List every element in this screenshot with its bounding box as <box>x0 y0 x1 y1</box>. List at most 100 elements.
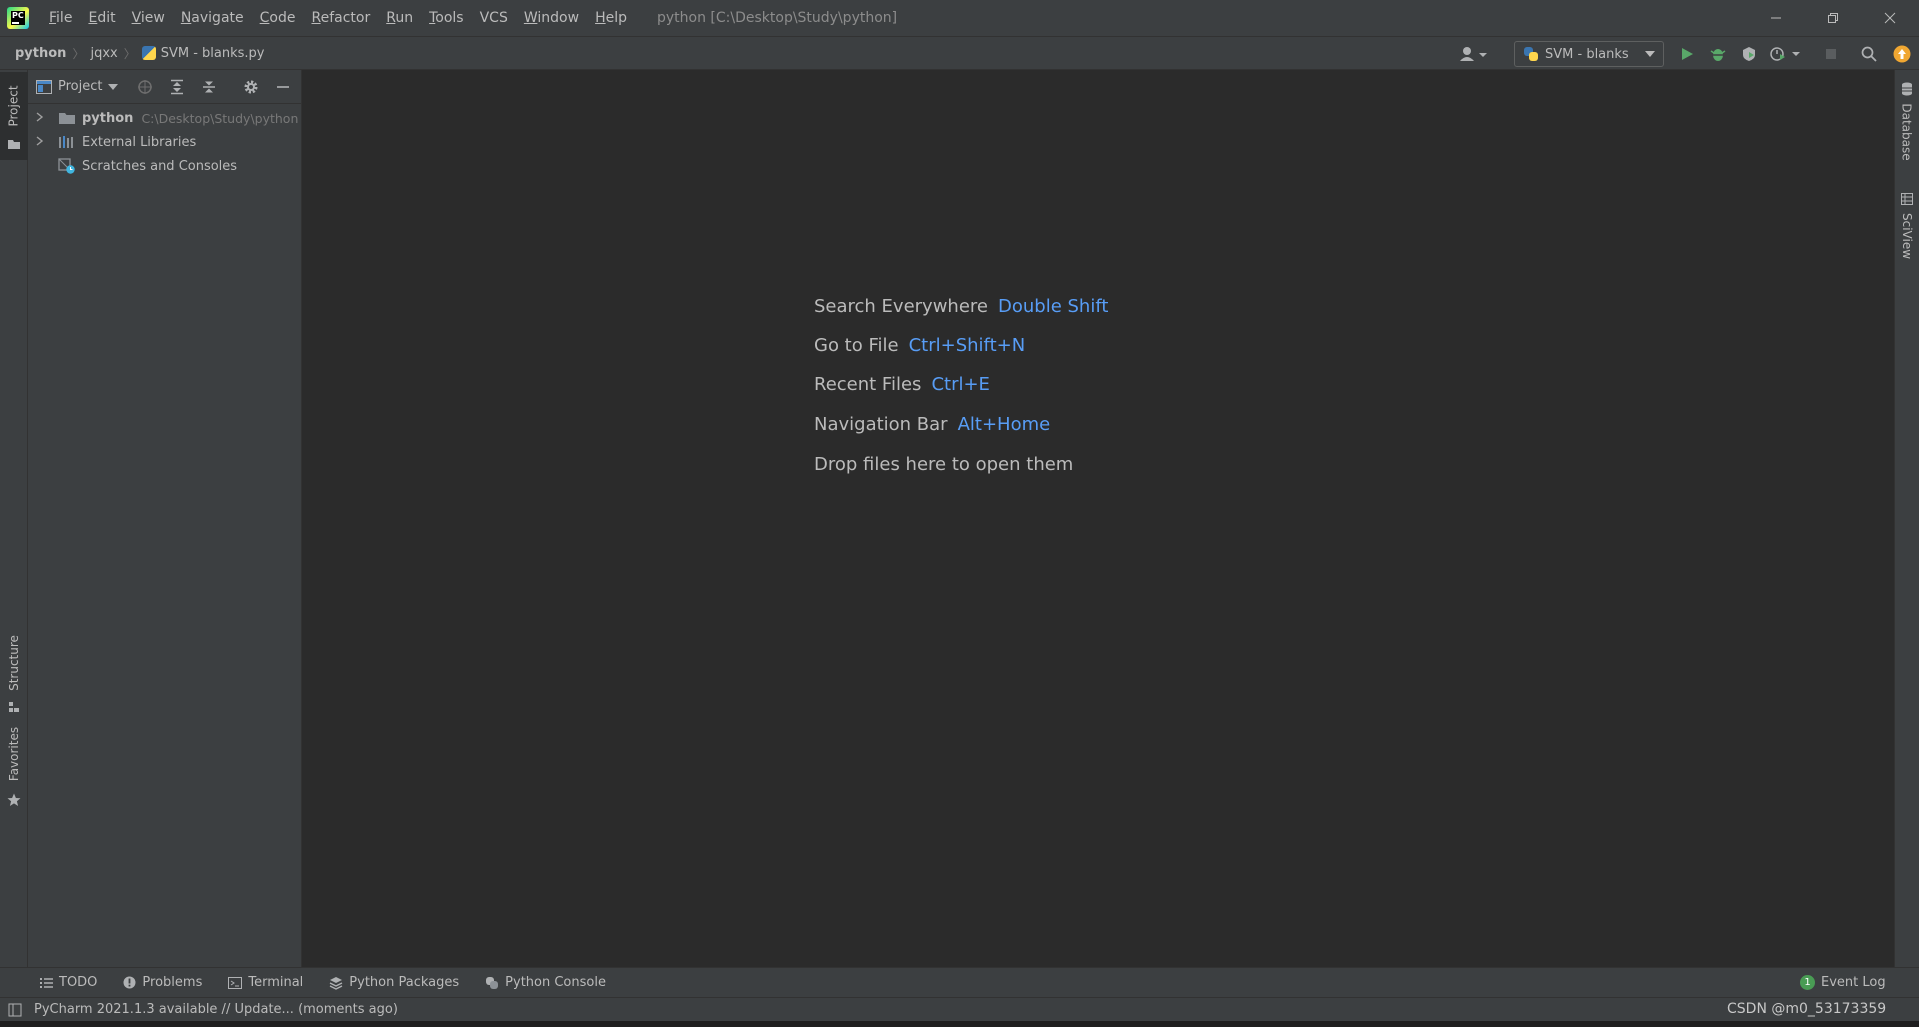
toggle-tool-windows-icon[interactable] <box>8 1003 22 1017</box>
menu-run[interactable]: Run <box>378 0 421 36</box>
run-configuration-select[interactable]: SVM - blanks <box>1514 41 1664 67</box>
status-message[interactable]: PyCharm 2021.1.3 available // Update... … <box>34 1002 398 1017</box>
menu-tools[interactable]: Tools <box>421 0 472 36</box>
select-opened-file-button[interactable] <box>136 78 154 96</box>
run-configuration-label: SVM - blanks <box>1545 46 1629 62</box>
stop-icon <box>1826 49 1836 59</box>
restore-icon <box>1828 13 1838 23</box>
structure-tool-tab[interactable]: Structure <box>0 626 28 716</box>
tab-label: Python Packages <box>349 975 460 990</box>
folder-icon <box>59 113 75 124</box>
breadcrumb-separator: 〉 <box>72 46 85 61</box>
tree-node-scratches[interactable]: Scratches and Consoles <box>28 154 301 178</box>
minimize-button[interactable] <box>1752 0 1800 36</box>
updates-button[interactable] <box>1891 43 1913 65</box>
breadcrumb-project[interactable]: python <box>15 46 66 61</box>
menu-refactor[interactable]: Refactor <box>303 0 378 36</box>
tab-terminal[interactable]: Terminal <box>228 975 303 990</box>
menu-file[interactable]: File <box>41 0 80 36</box>
tab-event-log[interactable]: 1 Event Log <box>1800 975 1886 990</box>
search-everywhere-button[interactable] <box>1858 43 1880 65</box>
hint-search-everywhere: Search Everywhere Double Shift <box>814 296 1108 317</box>
menu-edit[interactable]: Edit <box>80 0 123 36</box>
menu-vcs[interactable]: VCS <box>472 0 516 36</box>
user-dropdown-button[interactable] <box>1458 43 1490 65</box>
collapse-all-button[interactable] <box>200 78 218 96</box>
stop-button[interactable] <box>1820 43 1842 65</box>
collapse-all-icon <box>203 81 215 93</box>
main-menu: File Edit View Navigate Code Refactor Ru… <box>41 0 635 36</box>
update-available-icon <box>1893 45 1911 63</box>
tab-problems[interactable]: Problems <box>123 975 202 990</box>
breadcrumb: python 〉 jqxx 〉 SVM - blanks.py <box>15 45 265 62</box>
window-bottom-edge <box>0 1021 1919 1027</box>
hint-drop-files: Drop files here to open them <box>814 454 1073 475</box>
crosshair-icon <box>138 80 152 94</box>
close-icon <box>1884 12 1896 24</box>
project-view-select[interactable]: Project <box>58 79 102 94</box>
hint-navigation-bar: Navigation Bar Alt+Home <box>814 414 1050 435</box>
minimize-icon <box>277 86 289 88</box>
structure-icon <box>9 702 19 712</box>
project-tool-label: Project <box>7 85 21 127</box>
database-tool-label: Database <box>1900 103 1915 161</box>
breadcrumb-separator: 〉 <box>123 46 136 61</box>
tab-python-packages[interactable]: Python Packages <box>329 975 459 990</box>
menu-window[interactable]: Window <box>516 0 587 36</box>
left-tool-strip: Project Structure Favorites <box>0 70 28 967</box>
sciview-tool-label: SciView <box>1900 212 1914 260</box>
chevron-down-icon <box>1645 51 1655 57</box>
tree-node-path: C:\Desktop\Study\python <box>141 110 299 126</box>
library-icon <box>59 136 73 148</box>
breadcrumb-file[interactable]: SVM - blanks.py <box>161 46 265 61</box>
python-file-icon <box>141 46 156 60</box>
run-button[interactable] <box>1676 43 1698 65</box>
list-icon <box>40 977 53 988</box>
hint-go-to-file: Go to File Ctrl+Shift+N <box>814 335 1025 356</box>
tree-node-python[interactable]: python C:\Desktop\Study\python <box>28 106 301 130</box>
search-icon <box>1861 46 1877 62</box>
menu-help[interactable]: Help <box>587 0 635 36</box>
hint-shortcut: Double Shift <box>998 296 1109 317</box>
run-with-coverage-button[interactable] <box>1738 43 1760 65</box>
debug-button[interactable] <box>1707 43 1729 65</box>
hint-recent-files: Recent Files Ctrl+E <box>814 374 990 395</box>
hide-panel-button[interactable] <box>274 78 292 96</box>
bug-icon <box>1710 49 1726 61</box>
profiler-icon <box>1770 47 1800 61</box>
user-icon <box>1460 47 1487 61</box>
breadcrumb-folder[interactable]: jqxx <box>90 46 117 61</box>
editor-empty-state: Search Everywhere Double Shift Go to File… <box>302 70 1894 967</box>
close-window-button[interactable] <box>1866 0 1914 36</box>
chevron-down-icon[interactable] <box>108 83 119 91</box>
hint-text: Recent Files <box>814 374 922 395</box>
project-view-icon <box>36 79 52 94</box>
project-tool-tab[interactable]: Project <box>0 72 28 160</box>
project-settings-button[interactable] <box>242 78 260 96</box>
chevron-right-icon[interactable] <box>36 111 52 125</box>
menu-navigate[interactable]: Navigate <box>173 0 252 36</box>
tab-label: Event Log <box>1821 975 1886 990</box>
hint-text: Go to File <box>814 335 899 356</box>
tab-todo[interactable]: TODO <box>40 975 97 990</box>
menu-code[interactable]: Code <box>252 0 304 36</box>
expand-all-button[interactable] <box>168 78 186 96</box>
tree-node-label: External Libraries <box>82 134 197 150</box>
tree-node-label: Scratches and Consoles <box>82 158 238 174</box>
menu-view[interactable]: View <box>124 0 173 36</box>
restore-button[interactable] <box>1809 0 1857 36</box>
event-count-badge: 1 <box>1800 975 1815 990</box>
chevron-right-icon[interactable] <box>36 135 52 149</box>
problems-icon <box>123 976 136 989</box>
title-bar: PC File Edit View Navigate Code Refactor… <box>0 0 1919 36</box>
database-tool-tab[interactable]: Database <box>1895 76 1919 166</box>
right-tool-strip: Database SciView <box>1894 70 1919 967</box>
tree-node-external-libraries[interactable]: External Libraries <box>28 130 301 154</box>
packages-icon <box>329 976 343 990</box>
hint-text: Search Everywhere <box>814 296 988 317</box>
favorites-tool-tab[interactable]: Favorites <box>0 716 28 812</box>
sciview-tool-tab[interactable]: SciView <box>1895 186 1919 266</box>
tab-python-console[interactable]: Python Console <box>485 975 606 990</box>
profile-dropdown-button[interactable] <box>1770 43 1802 65</box>
hint-text: Navigation Bar <box>814 414 948 435</box>
